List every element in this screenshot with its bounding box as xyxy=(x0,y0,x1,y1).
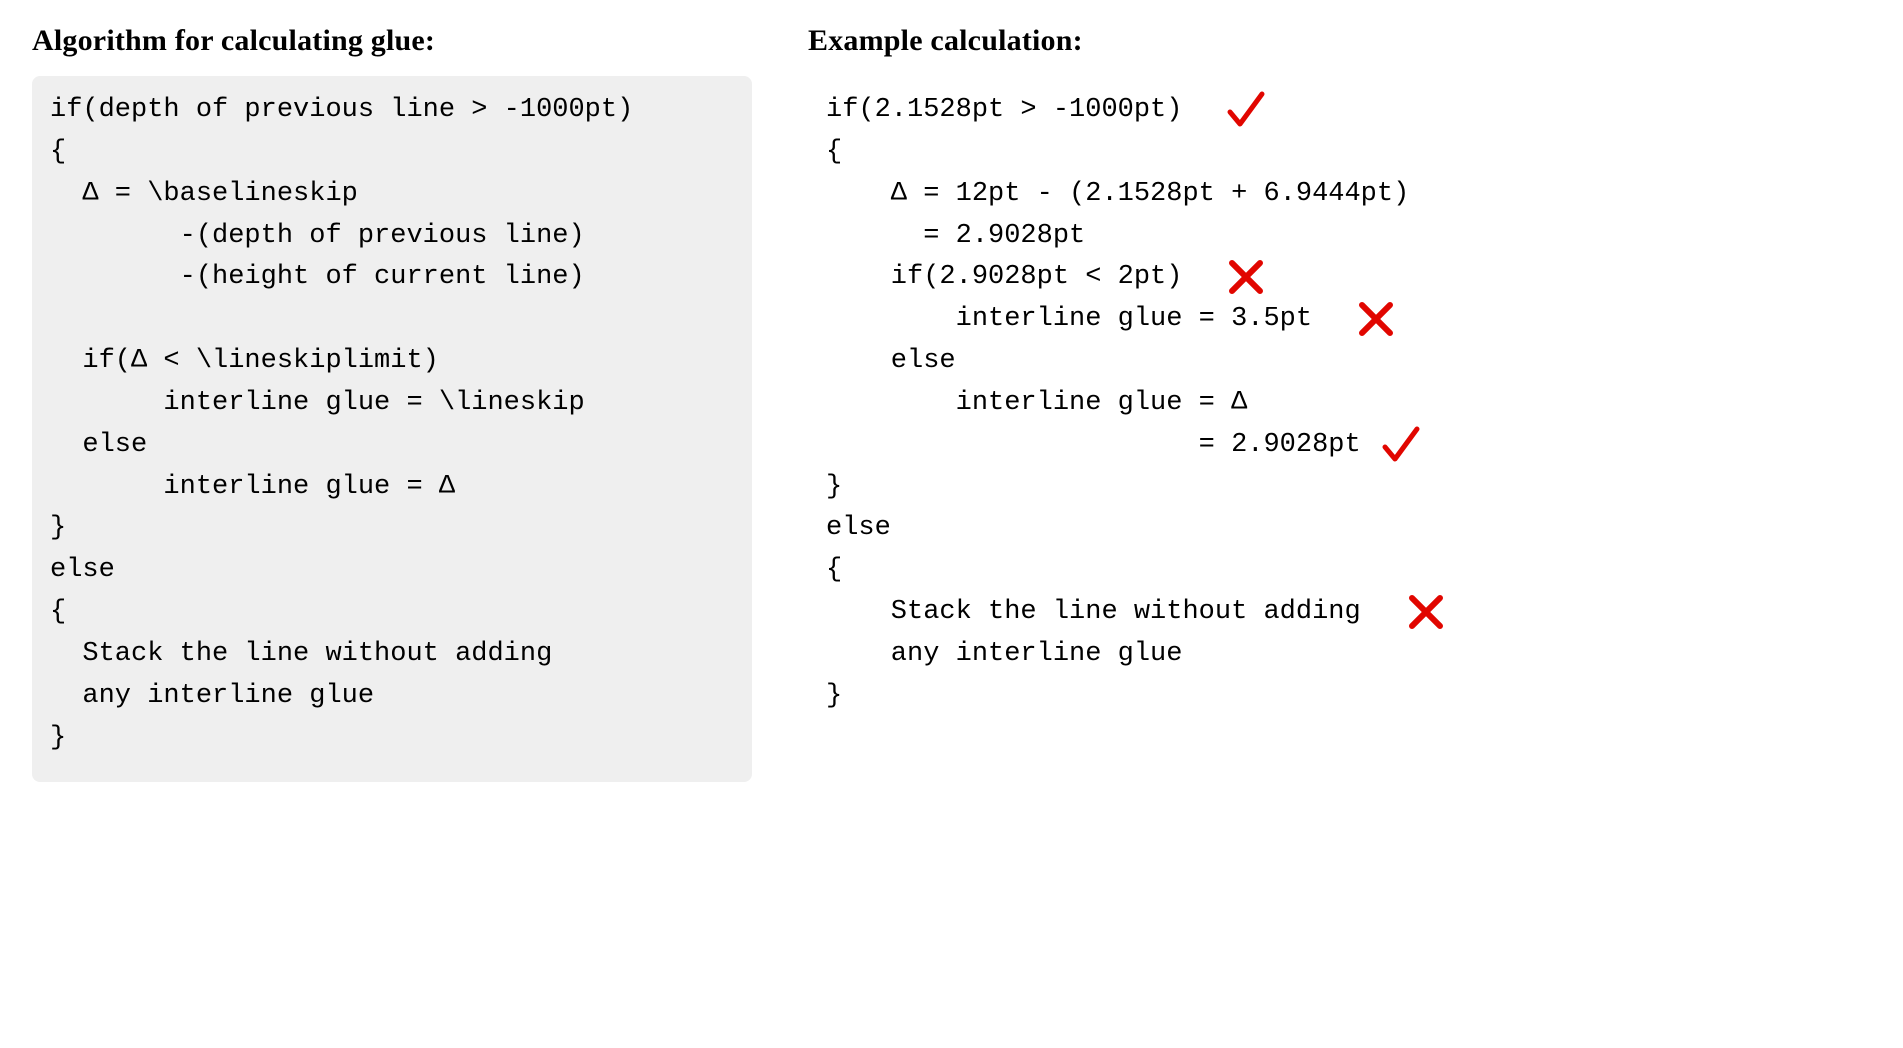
code-line: = 2.9028pt xyxy=(826,425,1570,467)
algorithm-code-block: if(depth of previous line > -1000pt){ Δ … xyxy=(32,76,752,782)
code-line: { xyxy=(826,550,1570,592)
cross-icon xyxy=(1406,592,1446,632)
two-column-layout: Algorithm for calculating glue: if(depth… xyxy=(32,24,1871,782)
code-line: { xyxy=(50,132,734,174)
code-line: -(depth of previous line) xyxy=(50,216,734,258)
right-heading: Example calculation: xyxy=(808,24,1588,58)
code-line: } xyxy=(826,676,1570,718)
code-line: Stack the line without adding xyxy=(50,634,734,676)
code-line: if(depth of previous line > -1000pt) xyxy=(50,90,734,132)
code-line: = 2.9028pt xyxy=(826,216,1570,258)
cross-icon xyxy=(1226,257,1266,297)
code-line: } xyxy=(826,467,1570,509)
code-line: interline glue = Δ xyxy=(826,383,1570,425)
code-line: { xyxy=(826,132,1570,174)
code-line: else xyxy=(826,508,1570,550)
code-line: if(2.1528pt > -1000pt) xyxy=(826,90,1570,132)
code-line: Δ = \baselineskip xyxy=(50,174,734,216)
code-line: interline glue = \lineskip xyxy=(50,383,734,425)
example-code-block: if(2.1528pt > -1000pt){ Δ = 12pt - (2.15… xyxy=(808,76,1588,740)
code-line: interline glue = Δ xyxy=(50,467,734,509)
code-line: if(Δ < \lineskiplimit) xyxy=(50,341,734,383)
code-line: any interline glue xyxy=(826,634,1570,676)
check-icon xyxy=(1381,425,1421,465)
left-heading: Algorithm for calculating glue: xyxy=(32,24,752,58)
code-line: any interline glue xyxy=(50,676,734,718)
check-icon xyxy=(1226,90,1266,130)
code-line: } xyxy=(50,508,734,550)
cross-icon xyxy=(1356,299,1396,339)
code-line: } xyxy=(50,718,734,760)
code-line: else xyxy=(50,425,734,467)
right-column: Example calculation: if(2.1528pt > -1000… xyxy=(808,24,1588,740)
code-line: else xyxy=(50,550,734,592)
code-line xyxy=(50,299,734,341)
code-line: Δ = 12pt - (2.1528pt + 6.9444pt) xyxy=(826,174,1570,216)
code-line: else xyxy=(826,341,1570,383)
left-column: Algorithm for calculating glue: if(depth… xyxy=(32,24,752,782)
code-line: interline glue = 3.5pt xyxy=(826,299,1570,341)
code-line: Stack the line without adding xyxy=(826,592,1570,634)
code-line: { xyxy=(50,592,734,634)
code-line: -(height of current line) xyxy=(50,257,734,299)
code-line: if(2.9028pt < 2pt) xyxy=(826,257,1570,299)
